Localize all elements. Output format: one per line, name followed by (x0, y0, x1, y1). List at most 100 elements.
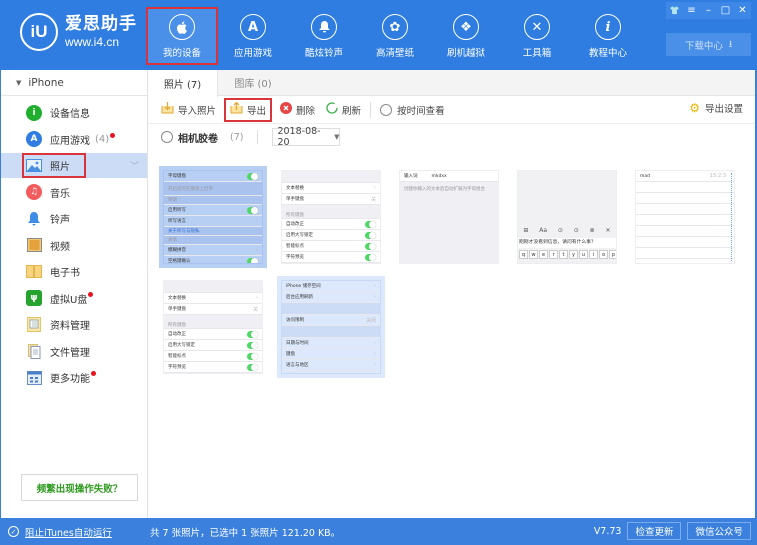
radio-icon (380, 103, 393, 116)
highlight-box (22, 153, 86, 178)
photo-toolbar: 导入照片 导出 删除 刷新 按时间查看 ⚙ 导出设置 (148, 96, 755, 124)
photo-thumbnail[interactable]: 输入词 mkdxx 创建你输入的文本后自动扩展为字母组合 (395, 166, 503, 268)
photo-tabs: 照片 (7) 图库 (0) (148, 70, 755, 97)
photo-thumbnail[interactable]: 字母键盘 开启后可在键盘上打字 预测 启用听写 听写语言 › 关于听写与隐私 表情… (159, 166, 267, 268)
sidebar-item-ebooks[interactable]: 电子书 (1, 259, 147, 284)
window-controls: 👕 ≡ – □ ✕ (666, 2, 751, 19)
toggle-icon (365, 232, 376, 239)
export-settings-button[interactable]: ⚙ 导出设置 (689, 101, 743, 115)
bell-icon (26, 211, 42, 227)
photo-image: ⊞ Aa ⊙ ⊙ ⊗ ✕ 刚刚才没看到信息，请问有什么事？ qwertyuiop (517, 170, 617, 264)
info-icon: i (26, 104, 42, 121)
check-update-button[interactable]: 检查更新 (627, 522, 682, 540)
main-panel: 照片 (7) 图库 (0) 导入照片 导出 删除 刷新 按时间查看 ⚙ 导出设置 (148, 70, 757, 518)
download-icon: ⭳ (728, 38, 733, 50)
nav-flash-jailbreak[interactable]: ❖ 刷机越狱 (431, 8, 501, 64)
nav-ringtones[interactable]: 酷炫铃声 (289, 8, 359, 64)
wechat-button[interactable]: 微信公众号 (687, 522, 751, 540)
sidebar-item-file-management[interactable]: 文件管理 (1, 339, 147, 364)
nav-wallpapers[interactable]: ✿ 高清壁纸 (360, 8, 430, 64)
photo-thumbnail[interactable]: iPhone 储存空间 › 后台应用刷新 › 访问限制 关闭 日期与时间 › 键盘 › 语… (277, 276, 385, 378)
tab-photos[interactable]: 照片 (7) (148, 70, 218, 97)
sidebar-item-device-info[interactable]: i 设备信息 (1, 100, 147, 125)
nav-toolbox[interactable]: ✕ 工具箱 (502, 8, 572, 64)
toggle-icon (247, 342, 258, 349)
minimize-icon[interactable]: – (700, 2, 717, 19)
camera-roll-radio[interactable] (161, 131, 173, 143)
apple-icon (169, 14, 195, 40)
nav-my-device[interactable]: 我的设备 (146, 7, 218, 65)
music-icon: ♫ (26, 184, 42, 200)
video-icon (26, 237, 42, 253)
photo-thumbnail[interactable]: mad 15:2:3 (631, 166, 739, 268)
sidebar: ▼ iPhone i 设备信息 A 应用游戏 (4) 照片 ﹀ ♫ 音乐 铃声 (0, 70, 148, 518)
status-message: 共 7 张照片，已选中 1 张照片 121.20 KB。 (150, 527, 341, 539)
toggle-icon (247, 173, 258, 180)
tools-icon: ✕ (524, 14, 550, 40)
sidebar-item-more[interactable]: 更多功能 (1, 365, 147, 390)
photo-image: 字母键盘 开启后可在键盘上打字 预测 启用听写 听写语言 › 关于听写与隐私 表情… (163, 170, 263, 264)
photo-thumbnail[interactable]: ⊞ Aa ⊙ ⊙ ⊗ ✕ 刚刚才没看到信息，请问有什么事？ qwertyuiop (513, 166, 621, 268)
dropbox-icon: ❖ (453, 14, 479, 40)
status-bar: ✓ 阻止iTunes自动运行 共 7 张照片，已选中 1 张照片 121.20 … (0, 518, 757, 545)
check-circle-icon: ✓ (8, 526, 19, 537)
date-dropdown[interactable]: 2018-08-20 ▼ (272, 126, 341, 148)
download-center-button[interactable]: 下载中心 ⭳ (666, 33, 751, 56)
gear-icon: ⚙ (689, 101, 700, 115)
sidebar-item-music[interactable]: ♫ 音乐 (1, 180, 147, 205)
delete-icon (280, 102, 293, 117)
top-nav: 我的设备 A 应用游戏 酷炫铃声 ✿ 高清壁纸 ❖ 刷机越狱 ✕ 工具箱 i 教… (146, 7, 643, 65)
contacts-icon (26, 317, 42, 333)
notification-dot (110, 132, 116, 138)
help-link[interactable]: 频繁出现操作失败？ (21, 474, 138, 501)
tab-gallery[interactable]: 图库 (0) (218, 70, 288, 95)
sidebar-item-virtual-udisk[interactable]: ψ 虚拟U盘 (1, 286, 147, 311)
photo-image: 文本替换 › 单手键盘关 所有键盘 自动改正 启用大写锁定 智能标点 字符预览 (281, 170, 381, 264)
block-itunes-toggle[interactable]: ✓ 阻止iTunes自动运行 (0, 525, 148, 539)
photo-thumbnail[interactable]: 文本替换 › 单手键盘关 所有键盘 自动改正 启用大写锁定 智能标点 字符预览 (277, 166, 385, 268)
import-photos-button[interactable]: 导入照片 (161, 101, 216, 119)
info-icon: i (595, 14, 621, 40)
app-header: iU 爱思助手 www.i4.cn 我的设备 A 应用游戏 酷炫铃声 ✿ 高清壁… (0, 0, 757, 70)
notification-dot (91, 371, 96, 376)
sidebar-item-apps[interactable]: A 应用游戏 (4) (1, 127, 147, 152)
skin-icon[interactable]: 👕 (666, 2, 683, 19)
grid-icon (26, 370, 42, 386)
delete-button[interactable]: 删除 (280, 101, 315, 119)
app-store-icon: A (26, 131, 42, 147)
file-icon (26, 343, 42, 359)
nav-apps-games[interactable]: A 应用游戏 (218, 8, 288, 64)
device-selector[interactable]: ▼ iPhone (1, 70, 147, 96)
app-store-icon: A (240, 14, 266, 40)
menu-icon[interactable]: ≡ (683, 2, 700, 19)
photo-image: iPhone 储存空间 › 后台应用刷新 › 访问限制 关闭 日期与时间 › 键盘 › 语… (281, 280, 381, 374)
sidebar-item-ringtones[interactable]: 铃声 (1, 206, 147, 231)
chevron-down-icon[interactable]: ﹀ (130, 159, 139, 172)
sidebar-item-photos[interactable]: 照片 ﹀ (1, 153, 147, 178)
photo-thumbnail[interactable]: 文本替换 › 单手键盘关 所有键盘 自动改正 启用大写锁定 智能标点 字符预览 (159, 276, 267, 378)
toggle-icon (247, 258, 258, 263)
toggle-icon (365, 243, 376, 250)
chevron-down-icon: ▼ (334, 133, 340, 141)
export-button[interactable]: 导出 (224, 97, 273, 122)
refresh-button[interactable]: 刷新 (326, 101, 361, 119)
album-filter: 相机胶卷 (7) 2018-08-20 ▼ (148, 124, 755, 150)
app-logo: iU 爱思助手 www.i4.cn (20, 13, 137, 51)
notification-dot (88, 291, 94, 297)
view-by-time-radio[interactable]: 按时间查看 (380, 101, 445, 119)
logo-title: 爱思助手 (65, 14, 137, 34)
logo-mark-icon: iU (20, 13, 58, 51)
sidebar-item-data-management[interactable]: 资料管理 (1, 312, 147, 337)
nav-tutorials[interactable]: i 教程中心 (573, 8, 643, 64)
toggle-icon (247, 353, 258, 360)
import-icon (161, 102, 174, 117)
close-icon[interactable]: ✕ (734, 2, 751, 19)
sidebar-item-video[interactable]: 视频 (1, 233, 147, 258)
toggle-icon (247, 207, 258, 214)
bell-icon (311, 14, 337, 40)
maximize-icon[interactable]: □ (717, 2, 734, 19)
toggle-icon (247, 364, 258, 371)
logo-url: www.i4.cn (65, 35, 120, 49)
keyboard: qwertyuiop (518, 250, 616, 259)
book-icon (26, 264, 42, 280)
